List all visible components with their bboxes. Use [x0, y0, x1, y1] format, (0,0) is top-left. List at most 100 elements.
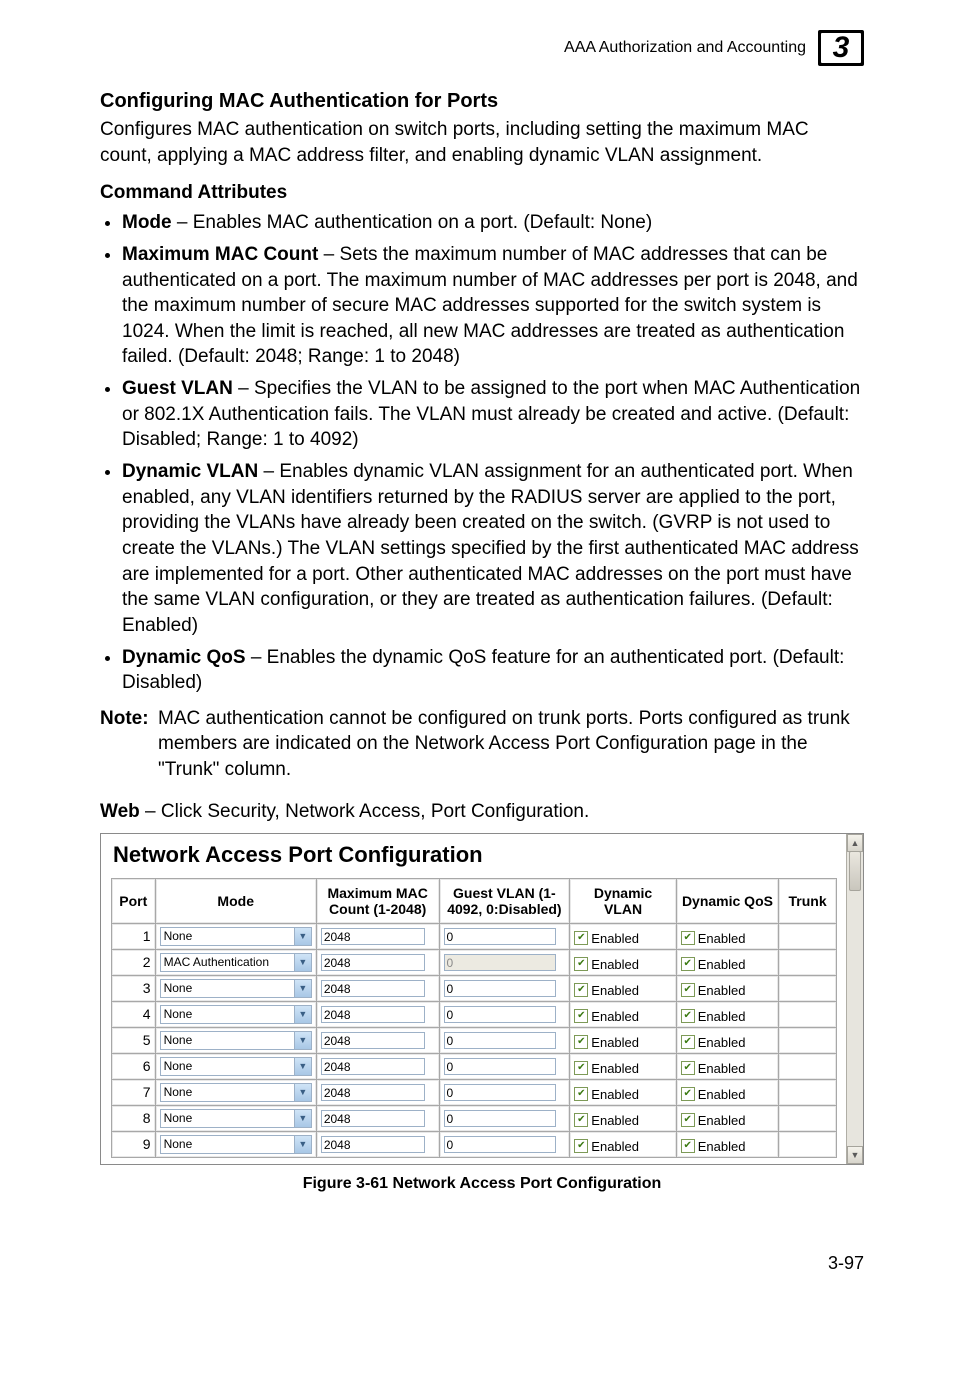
- dqos-checkbox[interactable]: ✔Enabled: [681, 1087, 746, 1102]
- table-row: 1None▼✔Enabled✔Enabled: [112, 923, 837, 949]
- mode-dropdown[interactable]: None▼: [160, 1005, 312, 1024]
- dqos-checkbox[interactable]: ✔Enabled: [681, 983, 746, 998]
- dvlan-label: Enabled: [591, 1035, 639, 1050]
- chevron-down-icon[interactable]: ▼: [294, 1084, 311, 1101]
- chevron-down-icon[interactable]: ▼: [294, 1058, 311, 1075]
- port-cell: 3: [112, 975, 156, 1001]
- trunk-cell: [779, 1053, 837, 1079]
- scroll-down-button[interactable]: ▼: [847, 1146, 863, 1164]
- guest-vlan-input[interactable]: [444, 1032, 556, 1049]
- guest-cell: [439, 1027, 570, 1053]
- guest-vlan-input[interactable]: [444, 1058, 556, 1075]
- dqos-checkbox[interactable]: ✔Enabled: [681, 1061, 746, 1076]
- checkbox-icon: ✔: [574, 1139, 588, 1153]
- checkbox-icon: ✔: [681, 1035, 695, 1049]
- mode-value: None: [161, 1058, 294, 1075]
- dvlan-checkbox[interactable]: ✔Enabled: [574, 983, 639, 998]
- dvlan-checkbox[interactable]: ✔Enabled: [574, 1009, 639, 1024]
- col-trunk: Trunk: [779, 878, 837, 923]
- mode-dropdown[interactable]: MAC Authentication▼: [160, 953, 312, 972]
- mode-dropdown[interactable]: None▼: [160, 1057, 312, 1076]
- chevron-down-icon[interactable]: ▼: [294, 980, 311, 997]
- chevron-down-icon[interactable]: ▼: [294, 1006, 311, 1023]
- note-text: MAC authentication cannot be configured …: [158, 706, 864, 783]
- checkbox-icon: ✔: [681, 1139, 695, 1153]
- dvlan-checkbox[interactable]: ✔Enabled: [574, 1113, 639, 1128]
- mode-dropdown[interactable]: None▼: [160, 1109, 312, 1128]
- col-dvlan: Dynamic VLAN: [570, 878, 676, 923]
- trunk-cell: [779, 975, 837, 1001]
- dvlan-checkbox[interactable]: ✔Enabled: [574, 957, 639, 972]
- scroll-thumb[interactable]: [849, 851, 861, 891]
- mac-count-input[interactable]: [321, 1136, 426, 1153]
- dvlan-checkbox[interactable]: ✔Enabled: [574, 1087, 639, 1102]
- trunk-cell: [779, 1001, 837, 1027]
- mode-cell: None▼: [155, 1079, 316, 1105]
- mac-count-input[interactable]: [321, 928, 426, 945]
- dvlan-checkbox[interactable]: ✔Enabled: [574, 1139, 639, 1154]
- dqos-label: Enabled: [698, 983, 746, 998]
- list-item: Dynamic VLAN – Enables dynamic VLAN assi…: [122, 459, 864, 638]
- mode-dropdown[interactable]: None▼: [160, 1083, 312, 1102]
- mac-count-input[interactable]: [321, 1084, 426, 1101]
- dvlan-cell: ✔Enabled: [570, 1105, 676, 1131]
- mac-count-input[interactable]: [321, 1006, 426, 1023]
- mode-value: None: [161, 1084, 294, 1101]
- mac-cell: [316, 1001, 439, 1027]
- guest-vlan-input: [444, 954, 556, 971]
- guest-cell: [439, 1079, 570, 1105]
- command-attributes-heading: Command Attributes: [100, 182, 864, 204]
- note-block: Note: MAC authentication cannot be confi…: [100, 706, 864, 783]
- dqos-checkbox[interactable]: ✔Enabled: [681, 1009, 746, 1024]
- chevron-down-icon[interactable]: ▼: [294, 928, 311, 945]
- attr-name: Mode: [122, 212, 172, 233]
- dqos-cell: ✔Enabled: [676, 1027, 778, 1053]
- dvlan-checkbox[interactable]: ✔Enabled: [574, 1035, 639, 1050]
- list-item: Dynamic QoS – Enables the dynamic QoS fe…: [122, 645, 864, 696]
- dqos-checkbox[interactable]: ✔Enabled: [681, 931, 746, 946]
- guest-vlan-input[interactable]: [444, 1084, 556, 1101]
- mode-dropdown[interactable]: None▼: [160, 927, 312, 946]
- intro-paragraph: Configures MAC authentication on switch …: [100, 117, 864, 168]
- chevron-down-icon[interactable]: ▼: [294, 1032, 311, 1049]
- dvlan-checkbox[interactable]: ✔Enabled: [574, 1061, 639, 1076]
- dvlan-checkbox[interactable]: ✔Enabled: [574, 931, 639, 946]
- dvlan-label: Enabled: [591, 983, 639, 998]
- scrollbar[interactable]: ▲ ▼: [846, 834, 863, 1164]
- dvlan-label: Enabled: [591, 957, 639, 972]
- dqos-checkbox[interactable]: ✔Enabled: [681, 957, 746, 972]
- dqos-checkbox[interactable]: ✔Enabled: [681, 1035, 746, 1050]
- scroll-up-button[interactable]: ▲: [847, 834, 863, 852]
- chevron-down-icon[interactable]: ▼: [294, 1110, 311, 1127]
- mode-dropdown[interactable]: None▼: [160, 1135, 312, 1154]
- col-mac: Maximum MAC Count (1-2048): [316, 878, 439, 923]
- mac-count-input[interactable]: [321, 954, 426, 971]
- table-header-row: Port Mode Maximum MAC Count (1-2048) Gue…: [112, 878, 837, 923]
- dqos-checkbox[interactable]: ✔Enabled: [681, 1113, 746, 1128]
- port-cell: 7: [112, 1079, 156, 1105]
- port-cell: 9: [112, 1131, 156, 1157]
- mac-count-input[interactable]: [321, 1110, 426, 1127]
- table-row: 7None▼✔Enabled✔Enabled: [112, 1079, 837, 1105]
- guest-vlan-input[interactable]: [444, 1006, 556, 1023]
- page-number: 3-97: [100, 1253, 864, 1274]
- mac-count-input[interactable]: [321, 1032, 426, 1049]
- note-label: Note:: [100, 706, 158, 783]
- mode-value: None: [161, 980, 294, 997]
- chevron-down-icon[interactable]: ▼: [294, 954, 311, 971]
- mode-dropdown[interactable]: None▼: [160, 1031, 312, 1050]
- web-label: Web: [100, 801, 140, 822]
- dqos-checkbox[interactable]: ✔Enabled: [681, 1139, 746, 1154]
- guest-vlan-input[interactable]: [444, 1136, 556, 1153]
- guest-vlan-input[interactable]: [444, 1110, 556, 1127]
- guest-vlan-input[interactable]: [444, 928, 556, 945]
- mode-dropdown[interactable]: None▼: [160, 979, 312, 998]
- dvlan-cell: ✔Enabled: [570, 1001, 676, 1027]
- table-row: 8None▼✔Enabled✔Enabled: [112, 1105, 837, 1131]
- mac-count-input[interactable]: [321, 1058, 426, 1075]
- chevron-down-icon[interactable]: ▼: [294, 1136, 311, 1153]
- guest-vlan-input[interactable]: [444, 980, 556, 997]
- mac-count-input[interactable]: [321, 980, 426, 997]
- section-title: Configuring MAC Authentication for Ports: [100, 90, 864, 113]
- dqos-label: Enabled: [698, 1009, 746, 1024]
